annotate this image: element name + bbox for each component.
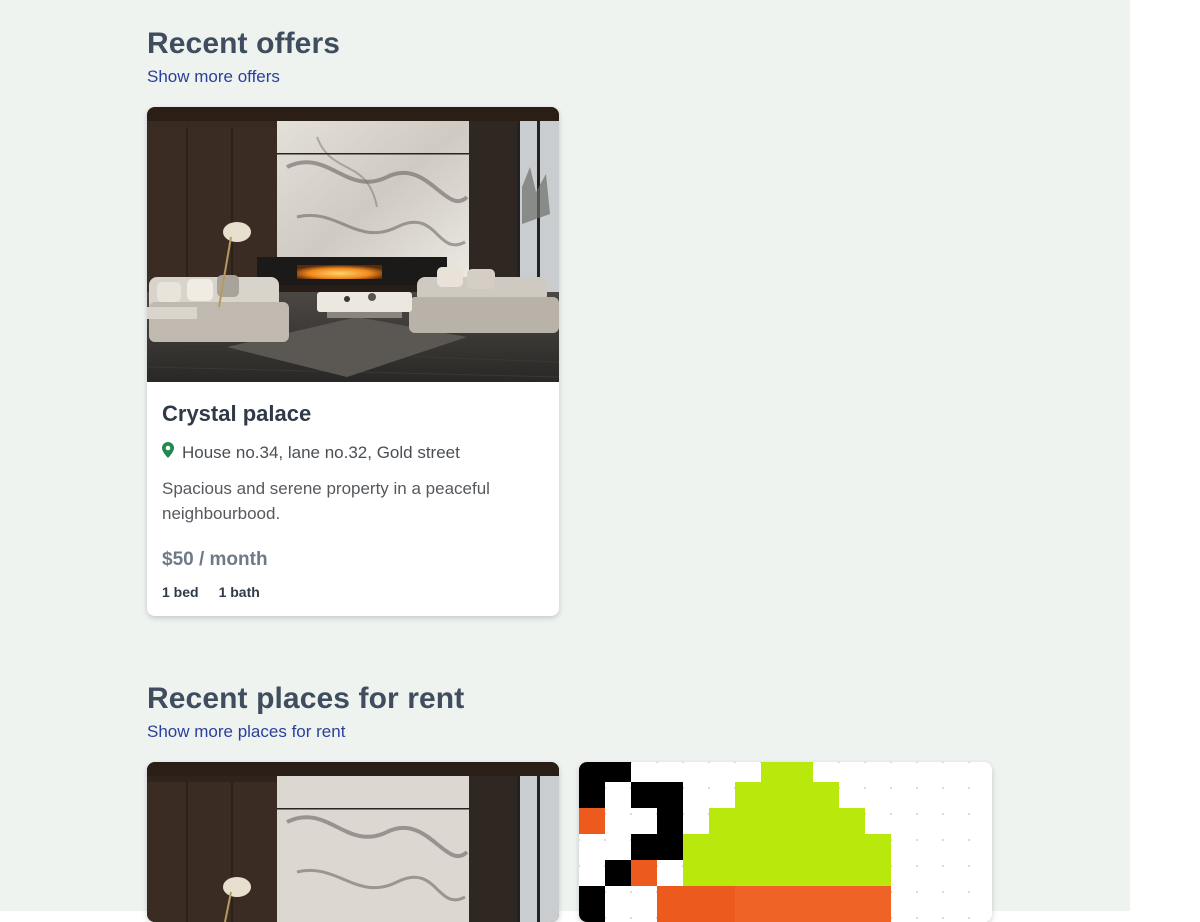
beds-count: 1 bed xyxy=(162,584,199,600)
property-title[interactable]: Crystal palace xyxy=(162,400,544,428)
recent-rent-title: Recent places for rent xyxy=(147,682,465,715)
show-more-rent-link[interactable]: Show more places for rent xyxy=(147,721,345,743)
rent-photo-1 xyxy=(147,762,559,922)
property-address-text: House no.34, lane no.32, Gold street xyxy=(182,443,460,462)
rent-card-2[interactable] xyxy=(579,762,992,922)
offer-card[interactable]: Crystal palace House no.34, lane no.32, … xyxy=(147,107,559,616)
baths-count: 1 bath xyxy=(218,584,260,600)
recent-offers-section: Recent offers Show more offers xyxy=(147,26,340,88)
property-features: 1 bed 1 bath xyxy=(162,584,544,600)
rent-photo-2 xyxy=(579,762,992,922)
offer-card-body: Crystal palace House no.34, lane no.32, … xyxy=(147,382,559,616)
property-address: House no.34, lane no.32, Gold street xyxy=(162,442,544,464)
show-more-offers-link[interactable]: Show more offers xyxy=(147,66,280,88)
recent-rent-section: Recent places for rent Show more places … xyxy=(147,681,464,743)
recent-offers-title: Recent offers xyxy=(147,27,341,60)
property-price: $50 / month xyxy=(162,549,268,570)
rent-card-1[interactable] xyxy=(147,762,559,922)
map-pin-icon xyxy=(162,442,174,464)
property-photo xyxy=(147,107,559,382)
property-description: Spacious and serene property in a peacef… xyxy=(162,479,490,523)
